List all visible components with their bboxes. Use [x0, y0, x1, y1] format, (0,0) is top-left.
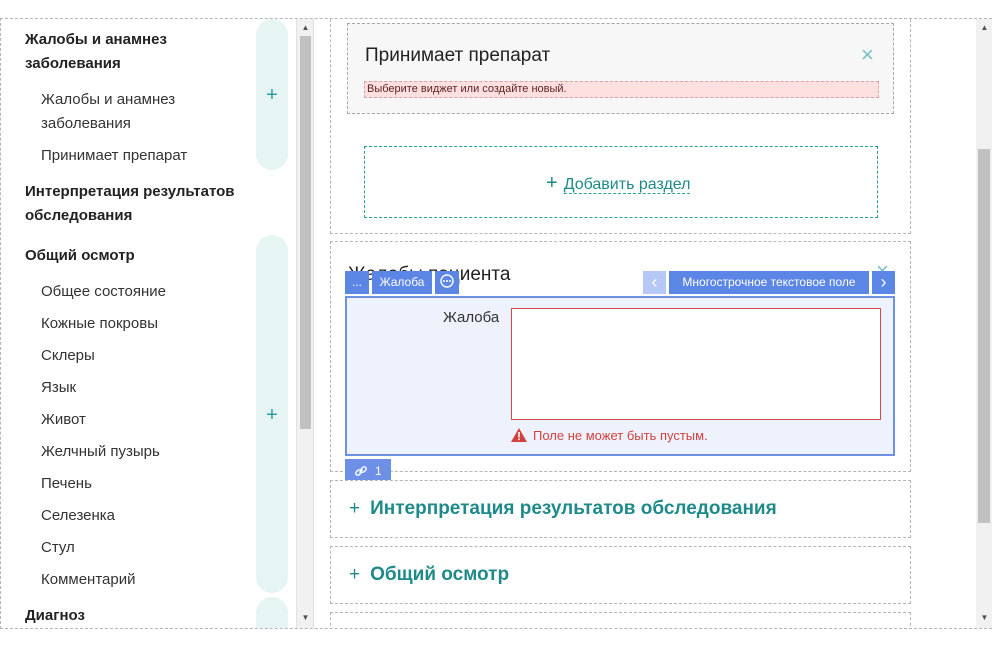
outline-item[interactable]: Жалобы и анамнез заболевания: [41, 88, 211, 136]
complaint-textarea[interactable]: [511, 308, 881, 420]
scrollbar-thumb[interactable]: [300, 36, 311, 429]
outline-item[interactable]: Общее состояние: [41, 280, 166, 304]
outline-scrollbar[interactable]: ▲ ▼: [296, 19, 313, 628]
outline-section[interactable]: Диагноз: [25, 604, 85, 628]
outline-section[interactable]: Общий осмотр: [25, 244, 135, 268]
scrollbar-thumb[interactable]: [978, 149, 990, 523]
section-add-pill[interactable]: [256, 597, 288, 628]
document-outline: + + Жалобы и анамнез заболевания Жалобы …: [0, 19, 296, 628]
add-section-label[interactable]: Добавить раздел: [563, 176, 691, 194]
add-section-area[interactable]: + Добавить раздел: [364, 146, 878, 218]
close-icon[interactable]: ×: [861, 44, 874, 66]
collapsed-section[interactable]: + Интерпретация результатов обследования: [330, 480, 911, 538]
outline-item[interactable]: Печень: [41, 472, 92, 496]
section-block: Принимает препарат × Выберите виджет или…: [330, 19, 911, 234]
field-name-button[interactable]: Жалоба: [372, 271, 432, 294]
collapsed-section-title[interactable]: + Интерпретация результатов обследования: [349, 498, 777, 520]
add-subsection-icon[interactable]: +: [263, 405, 281, 425]
next-widget-button[interactable]: ›: [872, 271, 895, 294]
scroll-up-arrow-icon[interactable]: ▲: [976, 21, 993, 35]
expand-plus-icon: +: [349, 498, 361, 519]
outline-item[interactable]: Желчный пузырь: [41, 440, 160, 464]
expand-plus-icon: +: [349, 564, 361, 585]
outline-item[interactable]: Принимает препарат: [41, 144, 187, 168]
collapsed-section-label: Интерпретация результатов обследования: [370, 498, 777, 519]
field-label: Жалоба: [443, 309, 500, 326]
widget-type-button[interactable]: Многострочное текстовое поле: [669, 271, 869, 294]
scroll-down-arrow-icon[interactable]: ▼: [297, 611, 314, 625]
scroll-down-arrow-icon[interactable]: ▼: [976, 611, 993, 625]
field-error: Поле не может быть пустым.: [511, 428, 708, 444]
add-subsection-icon[interactable]: +: [263, 85, 281, 105]
collapsed-section[interactable]: + Общий осмотр: [330, 546, 911, 604]
canvas-scrollbar[interactable]: ▲ ▼: [976, 19, 992, 628]
outline-item[interactable]: Склеры: [41, 344, 95, 368]
plus-icon: +: [546, 172, 558, 194]
field-error-text: Поле не может быть пустым.: [533, 428, 708, 443]
section-block: [330, 612, 911, 628]
collapsed-section-title[interactable]: + Общий осмотр: [349, 564, 509, 586]
options-circle-icon: [440, 274, 454, 288]
outline-item[interactable]: Язык: [41, 376, 76, 400]
outline-item[interactable]: Селезенка: [41, 504, 115, 528]
warning-icon: [511, 428, 527, 442]
widget-card[interactable]: Принимает препарат × Выберите виджет или…: [347, 23, 894, 114]
widget-title: Принимает препарат: [365, 45, 551, 66]
outline-section[interactable]: Жалобы и анамнез заболевания: [25, 28, 205, 76]
widget-error-message: Выберите виджет или создайте новый.: [364, 81, 879, 98]
prev-widget-button[interactable]: ‹: [643, 271, 666, 294]
scroll-up-arrow-icon[interactable]: ▲: [297, 21, 314, 35]
add-section-button[interactable]: + Добавить раздел: [546, 172, 691, 195]
more-button[interactable]: ...: [345, 271, 369, 294]
outline-item[interactable]: Стул: [41, 536, 75, 560]
outline-item[interactable]: Комментарий: [41, 568, 135, 592]
outline-section[interactable]: Интерпретация результатов обследования: [25, 180, 250, 228]
collapsed-section-label: Общий осмотр: [370, 564, 510, 585]
document-canvas: Принимает препарат × Выберите виджет или…: [314, 19, 976, 628]
link-icon: [355, 466, 367, 476]
field-options-button[interactable]: [435, 271, 459, 294]
outline-item[interactable]: Живот: [41, 408, 86, 432]
field-editor[interactable]: Жалоба Поле не может быть пустым.: [345, 296, 895, 456]
outline-item[interactable]: Кожные покровы: [41, 312, 158, 336]
